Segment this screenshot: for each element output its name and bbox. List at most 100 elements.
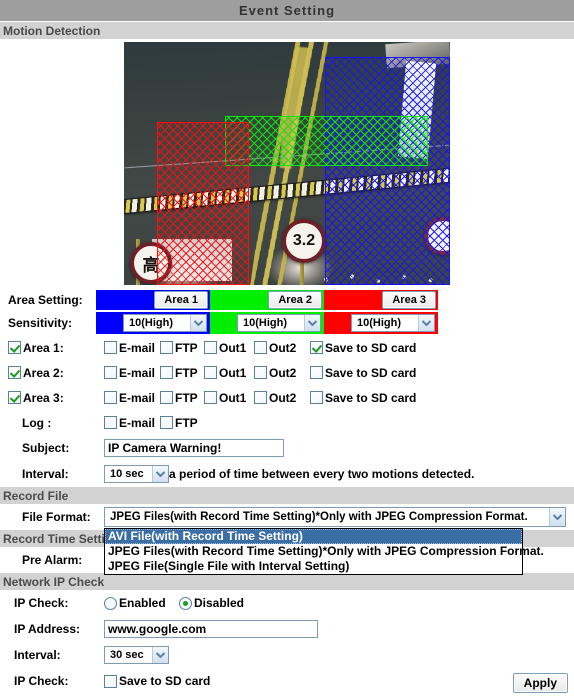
area-1-sd-checkbox[interactable] [310,341,323,354]
area-3-enable-checkbox[interactable] [8,391,21,404]
log-ftp-group[interactable]: FTP [160,416,204,430]
area-1-out2-label: Out2 [269,340,297,355]
area-1-ftp-checkbox[interactable] [160,341,173,354]
area-3-out1-group[interactable]: Out1 [204,391,254,405]
sensitivity-select-area-2-value: 10(High) [243,317,287,329]
area-1-ftp-group[interactable]: FTP [160,341,204,355]
area-1-sd-label: Save to SD card [325,340,417,355]
file-format-dropdown-list[interactable]: AVI File(with Record Time Setting) JPEG … [104,528,544,575]
motion-interval-note: a period of time between every two motio… [169,467,475,481]
ip-check-disabled-radio[interactable] [179,596,192,610]
area-3-label: Area 3: [23,390,64,405]
subject-row: Subject: IP Camera Warning! [0,435,574,461]
ip-check-sd-option-label: Save to SD card [119,674,211,688]
video-preview-container: 高 3.2 [0,39,574,289]
area-2-out2-checkbox[interactable] [254,366,267,379]
log-ftp-label: FTP [175,415,198,430]
area-1-label: Area 1: [23,340,64,355]
ip-check-disabled-label: Disabled [194,596,245,610]
area-3-sd-group[interactable]: Save to SD card [310,391,416,405]
motion-interval-select[interactable]: 10 sec [104,465,169,483]
area-2-out1-group[interactable]: Out1 [204,366,254,380]
chevron-down-icon [304,315,320,331]
area-3-out2-group[interactable]: Out2 [254,391,310,405]
area-1-out1-group[interactable]: Out1 [204,341,254,355]
motion-interval-value: 10 sec [110,468,144,480]
area-setting-label: Area Setting: [8,293,83,307]
area-2-options-row: Area 2: E-mail FTP Out1 Out2 Save to SD … [0,360,574,385]
chevron-down-icon [190,315,206,331]
area-2-email-label: E-mail [119,365,156,380]
ip-check-enabled-radio[interactable] [104,596,117,610]
ip-check-disabled-group[interactable]: Disabled [179,596,244,610]
log-email-group[interactable]: E-mail [104,416,160,430]
ip-interval-select[interactable]: 30 sec [104,646,169,664]
area-3-sd-label: Save to SD card [325,390,417,405]
area-3-ftp-group[interactable]: FTP [160,391,204,405]
chevron-down-icon [152,647,168,663]
motion-zone-area-3[interactable] [325,57,450,285]
ip-check-sd-checkbox[interactable] [104,674,117,688]
area-1-out1-label: Out1 [219,340,247,355]
motion-detection-preview[interactable]: 高 3.2 [124,42,450,285]
area-2-sd-checkbox[interactable] [310,366,323,379]
area-1-enable-group[interactable]: Area 1: [8,341,104,355]
motion-zone-area-2[interactable] [225,116,428,166]
area-3-email-group[interactable]: E-mail [104,391,160,405]
area-3-options-row: Area 3: E-mail FTP Out1 Out2 Save to SD … [0,385,574,410]
file-format-option-jpeg-record-time[interactable]: JPEG Files(with Record Time Setting)*Onl… [105,544,544,559]
area-1-email-checkbox[interactable] [104,341,117,354]
area-1-sd-group[interactable]: Save to SD card [310,341,416,355]
sensitivity-select-area-2[interactable]: 10(High) [237,314,321,332]
area-2-enable-checkbox[interactable] [8,366,21,379]
section-header-network-ip-check: Network IP Check [0,573,574,590]
section-title-network-ip-check: Network IP Check [3,574,105,589]
sensitivity-select-area-3[interactable]: 10(High) [351,314,435,332]
ip-check-sd-group[interactable]: Save to SD card [104,674,210,688]
file-format-option-jpeg-single[interactable]: JPEG File(Single File with Interval Sett… [105,559,522,574]
area-3-out1-checkbox[interactable] [204,391,217,404]
area-3-email-checkbox[interactable] [104,391,117,404]
motion-zone-area-1[interactable] [157,122,249,285]
ip-interval-label: Interval: [14,648,61,662]
area-3-button[interactable]: Area 3 [382,291,436,309]
area-3-email-label: E-mail [119,390,156,405]
area-1-out2-checkbox[interactable] [254,341,267,354]
area-2-email-group[interactable]: E-mail [104,366,160,380]
area-2-out1-checkbox[interactable] [204,366,217,379]
area-2-email-checkbox[interactable] [104,366,117,379]
section-title-record-time-setting: Record Time Setting [3,531,120,546]
area-2-ftp-checkbox[interactable] [160,366,173,379]
area-1-email-group[interactable]: E-mail [104,341,160,355]
log-email-label: E-mail [119,415,156,430]
motion-interval-label: Interval: [22,467,69,481]
ip-check-sd-row: IP Check: Save to SD card [0,668,574,694]
ip-address-input[interactable]: www.google.com [104,620,318,638]
ip-check-row: IP Check: Enabled Disabled [0,590,574,616]
apply-button[interactable]: Apply [512,673,568,693]
area-2-ftp-label: FTP [175,365,198,380]
log-options-row: Log : E-mail FTP [0,410,574,435]
area-3-sd-checkbox[interactable] [310,391,323,404]
area-1-button[interactable]: Area 1 [154,291,208,309]
area-3-out2-checkbox[interactable] [254,391,267,404]
ip-check-enabled-group[interactable]: Enabled [104,596,179,610]
area-2-ftp-group[interactable]: FTP [160,366,204,380]
area-2-out2-group[interactable]: Out2 [254,366,310,380]
area-2-enable-group[interactable]: Area 2: [8,366,104,380]
subject-input[interactable]: IP Camera Warning! [104,439,284,457]
area-2-sd-group[interactable]: Save to SD card [310,366,416,380]
area-3-enable-group[interactable]: Area 3: [8,391,104,405]
area-1-out1-checkbox[interactable] [204,341,217,354]
area-1-enable-checkbox[interactable] [8,341,21,354]
sensitivity-select-area-1[interactable]: 10(High) [123,314,207,332]
area-1-out2-group[interactable]: Out2 [254,341,310,355]
area-2-button[interactable]: Area 2 [268,291,322,309]
file-format-option-avi[interactable]: AVI File(with Record Time Setting) [105,529,522,544]
log-email-checkbox[interactable] [104,416,117,429]
log-ftp-checkbox[interactable] [160,416,173,429]
sensitivity-select-area-1-value: 10(High) [129,317,173,329]
area-setting-strips: Area 1 Area 2 Area 3 [96,290,438,310]
area-3-ftp-checkbox[interactable] [160,391,173,404]
file-format-select[interactable]: JPEG Files(with Record Time Setting)*Onl… [104,507,566,527]
